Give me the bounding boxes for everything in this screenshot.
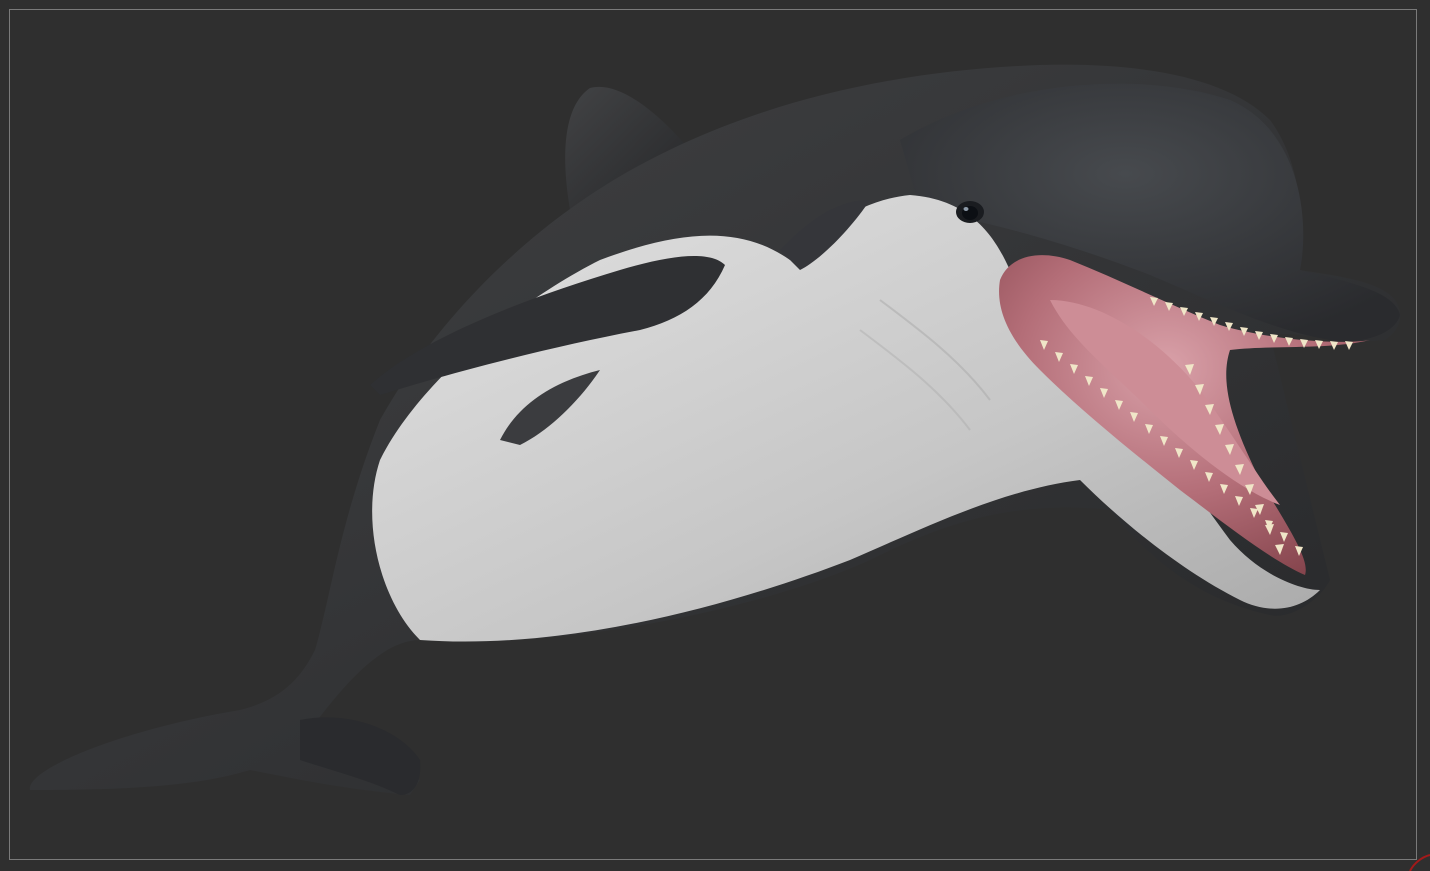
resize-handle-icon[interactable] (1406, 851, 1430, 871)
viewport[interactable] (0, 0, 1430, 871)
eye-highlight (963, 207, 969, 211)
dolphin-model[interactable] (0, 0, 1430, 871)
